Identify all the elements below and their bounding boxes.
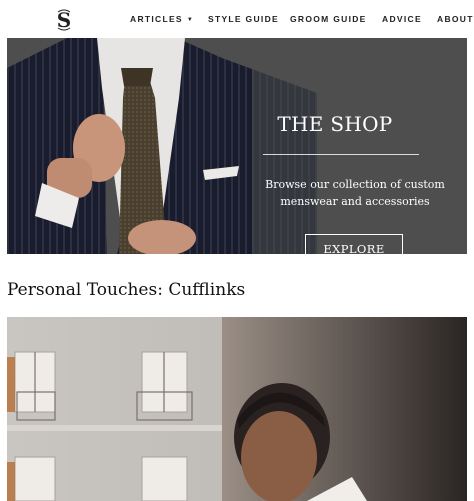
main-nav: ARTICLES ▼ STYLE GUIDE GROOM GUIDE ADVICE… <box>0 14 474 26</box>
nav-groom-guide[interactable]: GROOM GUIDE <box>290 14 367 24</box>
hero-suit-photo <box>7 38 467 254</box>
nav-advice[interactable]: ADVICE <box>382 14 422 24</box>
hero-divider <box>263 154 419 155</box>
shop-hero-banner: THE SHOP Browse our collection of custom… <box>7 38 467 254</box>
hero-title: THE SHOP <box>277 112 393 136</box>
nav-articles-label: ARTICLES <box>130 14 183 24</box>
nav-style-guide[interactable]: STYLE GUIDE <box>208 14 279 24</box>
hero-description: Browse our collection of custom menswear… <box>265 178 445 208</box>
article-title[interactable]: Personal Touches: Cufflinks <box>7 280 245 300</box>
chevron-down-icon: ▼ <box>186 17 195 23</box>
nav-articles[interactable]: ARTICLES ▼ <box>130 14 194 24</box>
cufflinks-article-photo[interactable] <box>7 317 467 501</box>
nav-about[interactable]: ABOUT <box>437 14 474 24</box>
explore-button[interactable]: EXPLORE <box>305 234 403 254</box>
site-header: S ARTICLES ▼ STYLE GUIDE GROOM GUIDE ADVI… <box>0 0 474 38</box>
article-image <box>7 317 467 501</box>
